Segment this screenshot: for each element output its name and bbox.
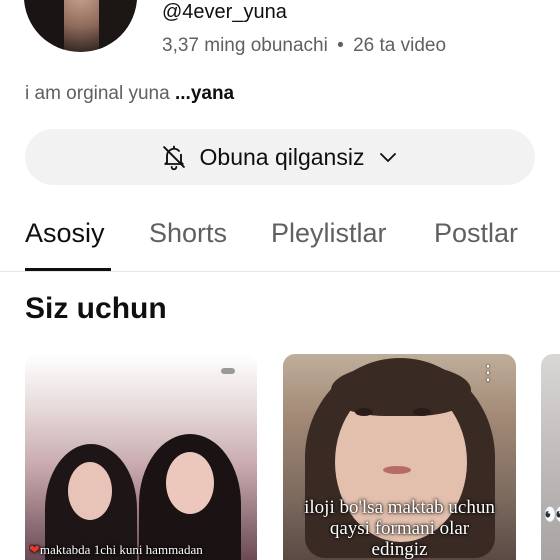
thumbnail-face xyxy=(166,452,214,514)
caption-line: iloji bo'lsa maktab uchun xyxy=(304,497,495,518)
tab-playlists[interactable]: Pleylistlar xyxy=(271,218,387,249)
chevron-down-icon xyxy=(376,145,400,169)
video-count: 26 ta video xyxy=(353,35,447,56)
thumbnail-mouth xyxy=(383,466,411,474)
active-tab-indicator xyxy=(25,268,111,271)
caption-line: edingiz xyxy=(371,539,428,560)
tab-home[interactable]: Asosiy xyxy=(25,218,105,249)
bell-off-icon xyxy=(160,143,188,171)
channel-handle: @4ever_yuna xyxy=(162,1,287,23)
thumbnail-eye xyxy=(413,408,431,416)
subscriber-count: 3,37 ming obunachi xyxy=(162,35,328,56)
video-thumbnail[interactable]: 👀 xyxy=(541,354,560,560)
avatar-hair-right xyxy=(99,0,137,52)
tab-shorts[interactable]: Shorts xyxy=(149,218,227,249)
video-thumbnail[interactable]: ⋮ iloji bo'lsa maktab uchun qaysi forman… xyxy=(283,354,516,560)
channel-meta: 3,37 ming obunachi • 26 ta video xyxy=(162,35,446,57)
channel-description[interactable]: i am orginal yuna ...yana xyxy=(25,83,234,105)
bio-text: i am orginal yuna xyxy=(25,83,170,104)
heart-icon: ❤ xyxy=(29,542,40,557)
bio-more-link[interactable]: ...yana xyxy=(175,83,234,104)
tab-posts[interactable]: Postlar xyxy=(434,218,518,249)
thumbnail-eye xyxy=(355,408,373,416)
thumbnail-caption: iloji bo'lsa maktab uchun qaysi formani … xyxy=(283,497,516,560)
subscribed-label: Obuna qilgansiz xyxy=(199,143,365,170)
more-options-icon[interactable]: ⋮ xyxy=(478,363,498,383)
thumbnail-face xyxy=(68,462,112,520)
section-title: Siz uchun xyxy=(25,292,167,325)
avatar-hair-left xyxy=(24,0,64,52)
thumbnail-lamp xyxy=(221,368,235,374)
caption-text: maktabda 1chi kuni hammadan xyxy=(39,542,203,557)
thumbnail-caption: ❤maktabda 1chi kuni hammadan xyxy=(29,542,257,558)
video-thumbnail[interactable]: ❤maktabda 1chi kuni hammadan xyxy=(25,354,257,560)
meta-separator: • xyxy=(337,35,344,56)
channel-tabs: Asosiy Shorts Pleylistlar Postlar xyxy=(0,210,560,272)
caption-line: qaysi formani olar xyxy=(329,518,470,539)
thumbnail-caption: 👀 xyxy=(543,504,560,526)
subscribed-button[interactable]: Obuna qilgansiz xyxy=(25,129,535,185)
thumbnail-hair xyxy=(331,364,471,416)
channel-avatar[interactable] xyxy=(24,0,137,52)
